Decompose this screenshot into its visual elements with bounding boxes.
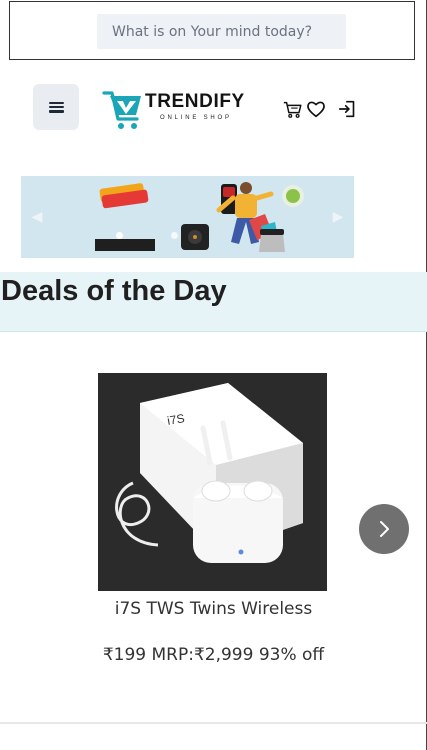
svg-text:i7S: i7S	[166, 411, 186, 428]
banner-next-icon[interactable]: ▶	[330, 206, 346, 228]
promo-banner[interactable]: ◀ ▶	[21, 176, 354, 258]
logo-cart-icon	[102, 91, 141, 129]
carousel-dot-active[interactable]	[116, 232, 123, 239]
chevron-right-icon	[380, 521, 389, 537]
deals-title: Deals of the Day	[1, 275, 227, 307]
cart-icon[interactable]	[282, 98, 304, 120]
product-next-button[interactable]	[359, 504, 409, 554]
logo-title: TRENDIFY	[145, 91, 245, 112]
logo-subtitle: ONLINE SHOP	[160, 115, 232, 121]
menu-icon	[48, 101, 64, 113]
search-container	[9, 1, 415, 60]
product-name[interactable]: i7S TWS Twins Wireless	[0, 599, 427, 619]
heart-icon[interactable]	[305, 98, 327, 120]
search-input[interactable]	[97, 14, 346, 49]
product-photo: i7S	[98, 373, 327, 591]
product-price: ₹199 MRP:₹2,999 93% off	[102, 645, 325, 665]
logo[interactable]: TRENDIFY ONLINE SHOP	[101, 88, 251, 134]
login-icon[interactable]	[337, 98, 359, 120]
banner-prev-icon[interactable]: ◀	[29, 206, 45, 228]
menu-button[interactable]	[33, 84, 79, 130]
section-divider	[0, 722, 427, 724]
carousel-dot[interactable]	[171, 232, 178, 239]
banner-artwork	[21, 176, 354, 258]
product-image[interactable]: i7S	[98, 373, 327, 591]
